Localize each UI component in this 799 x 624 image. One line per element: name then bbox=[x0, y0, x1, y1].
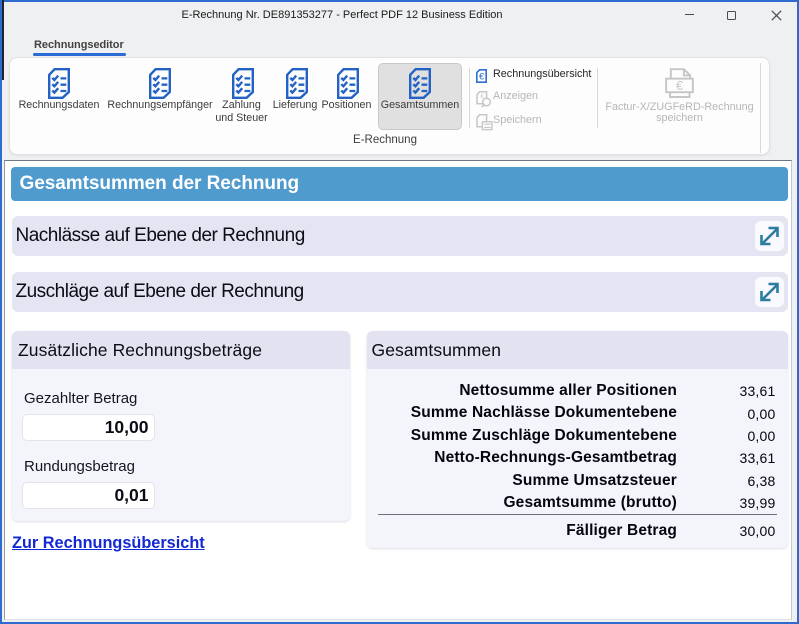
svg-text:€: € bbox=[479, 72, 485, 82]
svg-text:€: € bbox=[676, 79, 683, 93]
